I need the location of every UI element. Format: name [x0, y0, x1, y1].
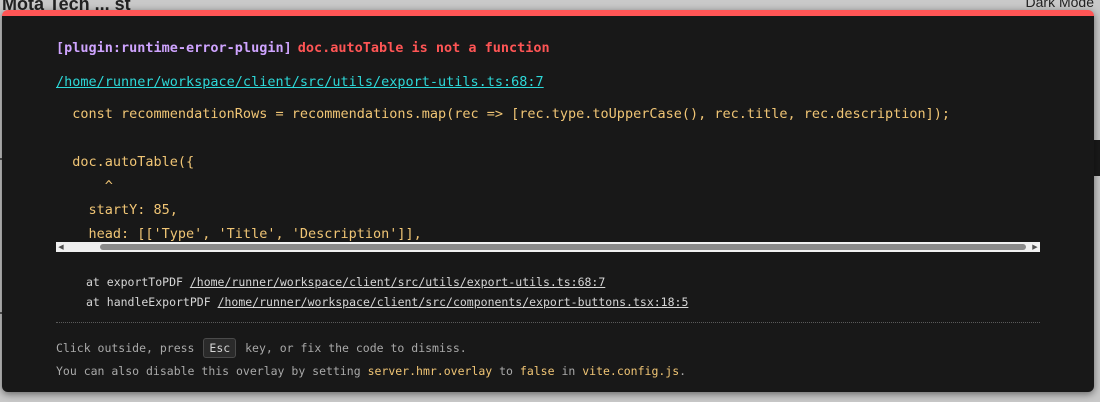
scroll-right-arrow-icon[interactable]: ▶: [1030, 242, 1040, 252]
esc-key-badge: Esc: [203, 338, 237, 358]
tip-text: in: [554, 364, 583, 378]
config-file-name: vite.config.js: [582, 364, 680, 378]
tip-text: You can also disable this overlay by set…: [56, 364, 368, 378]
stack-frame-function: at exportToPDF: [86, 275, 190, 289]
disable-overlay-tip: You can also disable this overlay by set…: [56, 364, 686, 378]
stack-trace: at exportToPDF /home/runner/workspace/cl…: [86, 272, 688, 312]
tip-text: to: [492, 364, 520, 378]
plugin-name: [plugin:runtime-error-plugin]: [56, 40, 292, 56]
background-dark-mode-toggle: Dark Mode: [1025, 0, 1094, 10]
code-line: doc.autoTable({: [56, 154, 195, 170]
stack-frame: at exportToPDF /home/runner/workspace/cl…: [86, 272, 688, 292]
code-line: startY: 85,: [56, 202, 178, 218]
error-header: [plugin:runtime-error-plugin] doc.autoTab…: [56, 40, 550, 56]
error-overlay[interactable]: [plugin:runtime-error-plugin] doc.autoTab…: [2, 10, 1094, 392]
tip-text: Click outside, press: [56, 341, 202, 355]
code-frame: const recommendationRows = recommendatio…: [56, 96, 1040, 252]
tip-text: key, or fix the code to dismiss.: [238, 341, 467, 355]
scroll-left-arrow-icon[interactable]: ◀: [56, 242, 66, 252]
setting-value: false: [519, 364, 555, 378]
stack-frame-location[interactable]: /home/runner/workspace/client/src/utils/…: [190, 275, 605, 289]
code-line: head: [['Type', 'Title', 'Description']]…: [56, 226, 422, 242]
setting-name: server.hmr.overlay: [367, 364, 493, 378]
horizontal-scrollbar[interactable]: ◀ ▶: [56, 242, 1040, 252]
stack-frame: at handleExportPDF /home/runner/workspac…: [86, 292, 688, 312]
tip-text: .: [679, 364, 687, 378]
code-line: ^: [56, 178, 113, 194]
error-file-link[interactable]: /home/runner/workspace/client/src/utils/…: [56, 74, 544, 90]
error-message: doc.autoTable is not a function: [297, 40, 550, 56]
code-line: const recommendationRows = recommendatio…: [56, 106, 951, 122]
divider: [56, 322, 1040, 323]
background-chip: [1094, 140, 1100, 176]
dismiss-tip: Click outside, press Esc key, or fix the…: [56, 338, 467, 358]
stack-frame-location[interactable]: /home/runner/workspace/client/src/compon…: [218, 295, 689, 309]
scrollbar-thumb[interactable]: [100, 244, 1026, 250]
stack-frame-function: at handleExportPDF: [86, 295, 218, 309]
